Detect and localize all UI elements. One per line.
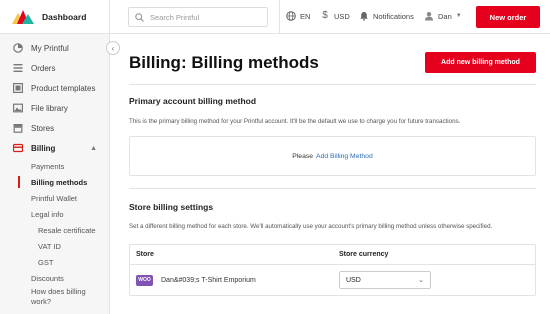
sidebar-subitem-resale-certificate[interactable]: Resale certificate (0, 222, 109, 238)
divider (129, 84, 536, 85)
pie-chart-icon (13, 43, 23, 53)
chevron-up-icon[interactable]: ▲ (90, 145, 97, 152)
primary-billing-title: Primary account billing method (129, 96, 257, 106)
user-menu[interactable]: Dan ▼ (424, 11, 462, 21)
collapse-sidebar-button[interactable]: ‹ (106, 41, 120, 55)
sidebar-subitem-discounts[interactable]: Discounts (0, 270, 109, 286)
new-order-button[interactable]: New order (476, 6, 540, 28)
currency-selector[interactable]: $ USD (320, 11, 350, 21)
search-icon (135, 12, 144, 22)
store-cell: WOO Dan&#039;s T-Shirt Emporium (130, 274, 335, 286)
page-title: Billing: Billing methods (129, 53, 319, 72)
store-billing-title: Store billing settings (129, 202, 214, 212)
language-label: EN (300, 11, 311, 21)
store-billing-description: Set a different billing method for each … (129, 223, 493, 230)
user-icon (424, 11, 434, 21)
woocommerce-icon: WOO (136, 274, 153, 286)
currency-label: USD (334, 11, 350, 21)
sidebar-item-label: Product templates (31, 83, 96, 93)
sidebar-subitem-gst[interactable]: GST (0, 254, 109, 270)
store-currency-select[interactable]: USD ⌄ (339, 271, 431, 289)
sidebar-subitem-payments[interactable]: Payments (0, 158, 109, 174)
add-billing-method-link[interactable]: Add Billing Method (316, 153, 373, 160)
sidebar-nav: My Printful Orders Product templates Fil… (0, 34, 109, 308)
bell-icon (359, 11, 369, 21)
sidebar-item-label: Orders (31, 63, 56, 73)
language-selector[interactable]: EN (286, 11, 310, 21)
store-name[interactable]: Dan&#039;s T-Shirt Emporium (161, 277, 256, 284)
store-icon (13, 123, 23, 133)
primary-billing-box: Please Add Billing Method (129, 136, 536, 176)
chevron-left-icon: ‹ (111, 43, 115, 53)
primary-billing-description: This is the primary billing method for y… (129, 118, 461, 125)
add-billing-method-button[interactable]: Add new billing method (425, 52, 536, 73)
sidebar-item-label: File library (31, 103, 68, 113)
sidebar-item-label: Billing (31, 143, 56, 153)
sidebar-subitem-printful-wallet[interactable]: Printful Wallet (0, 190, 109, 206)
credit-card-icon (12, 143, 24, 153)
printful-logo-icon (12, 9, 34, 24)
sidebar-item-file-library[interactable]: File library (0, 98, 109, 118)
store-billing-table: Store Store currency WOO Dan&#039;s T-Sh… (129, 244, 536, 296)
template-icon (13, 83, 24, 94)
sidebar-item-orders[interactable]: Orders (0, 58, 109, 78)
primary-billing-prompt: Please (292, 152, 314, 160)
list-icon (13, 63, 23, 73)
divider (129, 188, 536, 189)
notifications-button[interactable]: Notifications (359, 11, 414, 21)
search-input[interactable]: Search Printful (128, 7, 268, 27)
currency-cell: USD ⌄ (335, 271, 535, 289)
topbar: Search Printful EN $ USD Notifications D… (110, 0, 550, 34)
table-header: Store Store currency (130, 245, 535, 265)
column-header-currency: Store currency (339, 251, 389, 258)
sidebar: Dashboard My Printful Orders Product tem… (0, 0, 110, 314)
sidebar-subitem-how-billing-works[interactable]: How does billing work? (0, 286, 100, 308)
table-row: WOO Dan&#039;s T-Shirt Emporium USD ⌄ (130, 265, 535, 295)
sidebar-item-product-templates[interactable]: Product templates (0, 78, 109, 98)
sidebar-subitem-legal-info[interactable]: Legal info (0, 206, 109, 222)
sidebar-subitem-billing-methods[interactable]: Billing methods (0, 174, 109, 190)
brand-name: Dashboard (42, 11, 87, 22)
store-currency-value: USD (346, 276, 361, 284)
column-header-store: Store (136, 251, 154, 258)
sidebar-item-my-printful[interactable]: My Printful (0, 38, 109, 58)
globe-icon (286, 11, 296, 21)
user-name: Dan (438, 11, 452, 21)
brand[interactable]: Dashboard (0, 0, 109, 34)
search-placeholder: Search Printful (150, 12, 200, 22)
topbar-divider (279, 0, 280, 34)
notifications-label: Notifications (373, 11, 414, 21)
chevron-down-icon: ⌄ (418, 277, 424, 284)
sidebar-subitem-vat-id[interactable]: VAT ID (0, 238, 109, 254)
sidebar-item-stores[interactable]: Stores (0, 118, 109, 138)
sidebar-item-billing[interactable]: Billing ▲ (0, 138, 109, 158)
dollar-icon: $ (322, 10, 328, 21)
sidebar-item-label: My Printful (31, 43, 69, 53)
image-icon (13, 103, 24, 113)
chevron-down-icon: ▼ (455, 13, 462, 19)
sidebar-item-label: Stores (31, 123, 55, 133)
